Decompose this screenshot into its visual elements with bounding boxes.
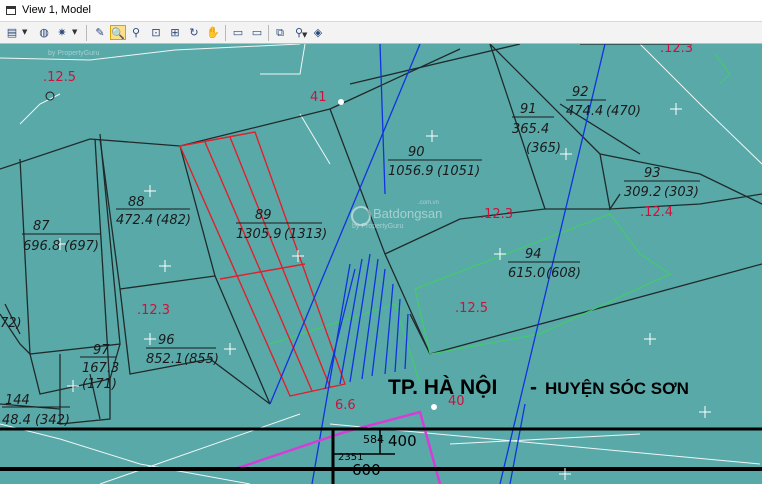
parcel-legal-area: (342): [35, 413, 70, 428]
window-title: View 1, Model: [22, 4, 91, 16]
point-label: 41: [310, 90, 327, 105]
parcel-legal-area: (697): [64, 239, 99, 254]
elevation-label: .12.5: [455, 301, 488, 316]
parcel-legal-area: (470): [606, 104, 641, 119]
region-label: TP. HÀ NỘI: [388, 375, 497, 399]
window-area-icon[interactable]: ⊡: [148, 25, 164, 40]
parcel-area: 852.1: [146, 352, 183, 367]
parcel-area: 309.2: [624, 185, 661, 200]
cad-view-window: View 1, Model ▤ ▼ ◍ ✷ ▼ ✎ 🔍 ⚲ ⊡ ⊞ ↻ ✋ ▭ …: [0, 0, 762, 484]
sheet-number: 400: [388, 432, 417, 450]
point-41-marker: [338, 99, 344, 105]
parcel-number: 87: [33, 219, 50, 234]
watermark-brand: Batdongsan: [373, 206, 442, 221]
view-attributes-icon[interactable]: ▤: [4, 25, 20, 40]
parcel-area: 474.4: [566, 104, 603, 119]
toolbar-divider: [225, 25, 226, 41]
window-icon: [6, 6, 16, 15]
parcel-number: 94: [525, 247, 542, 262]
parcel-area: 1305.9: [236, 227, 282, 242]
view-toolbar: ▤ ▼ ◍ ✷ ▼ ✎ 🔍 ⚲ ⊡ ⊞ ↻ ✋ ▭ ▭ ⧉ ⚲ ▼ ◈: [0, 22, 762, 44]
chevron-down-icon[interactable]: ▼: [302, 28, 307, 43]
drawing-canvas[interactable]: 87 696.8 (697) 88 472.4 (482) 89 1305.9 …: [0, 44, 762, 484]
watermark-sub: by PropertyGuru: [48, 50, 99, 57]
watermark-sub: by PropertyGuru: [352, 223, 403, 230]
chevron-down-icon[interactable]: ▼: [72, 25, 77, 40]
parcel-legal-area: (365): [526, 141, 561, 156]
sheet-number: 584: [363, 433, 384, 446]
copy-view-icon[interactable]: ⧉: [272, 25, 288, 40]
district-label: HUYỆN SÓC SƠN: [545, 379, 689, 398]
elevation-label: .12.5: [43, 70, 76, 85]
title-bar: View 1, Model: [0, 0, 762, 22]
chevron-down-icon[interactable]: ▼: [22, 25, 27, 40]
view-next-icon[interactable]: ▭: [249, 25, 265, 40]
toolbar-divider: [86, 25, 87, 41]
parcel-area: 1056.9: [388, 164, 434, 179]
parcel-area: 696.8: [23, 239, 60, 254]
parcel-legal-area: (1051): [437, 164, 480, 179]
lighting-icon[interactable]: ✷: [54, 25, 70, 40]
parcel-legal-area: (303): [664, 185, 699, 200]
zoom-out-icon[interactable]: ⚲: [128, 25, 144, 40]
elevation-label: .12.4: [640, 205, 673, 220]
parcel-number: 144: [5, 393, 30, 408]
point-40-marker: [431, 404, 437, 410]
toolbar-divider: [268, 25, 269, 41]
parcel-number: 89: [255, 208, 272, 223]
parcel-legal-area: (608): [546, 266, 581, 281]
elevation-label: .12.3: [480, 207, 513, 222]
parcel-number: 93: [644, 166, 661, 181]
elevation-label: .12.3: [137, 303, 170, 318]
parcel-number: 92: [572, 85, 589, 100]
parcel-area: 365.4: [512, 122, 549, 137]
pen-icon[interactable]: ✎: [92, 25, 108, 40]
parcel-area: 167.3: [82, 361, 119, 376]
map-background: [0, 44, 762, 484]
pan-view-icon[interactable]: ✋: [205, 25, 221, 40]
parcel-number: 96: [158, 333, 175, 348]
elevation-label: 6.6: [335, 398, 356, 413]
fit-view-icon[interactable]: ⊞: [167, 25, 183, 40]
cadastral-map[interactable]: 87 696.8 (697) 88 472.4 (482) 89 1305.9 …: [0, 44, 762, 484]
parcel-number: 91: [520, 102, 537, 117]
zoom-in-icon[interactable]: 🔍: [110, 25, 126, 40]
view-previous-icon[interactable]: ▭: [230, 25, 246, 40]
sheet-number: 600: [352, 461, 381, 479]
clip-volume-icon[interactable]: ◈: [310, 25, 326, 40]
parcel-area: 615.0: [508, 266, 545, 281]
parcel-legal-area: (855): [184, 352, 219, 367]
parcel-legal-area: (1313): [284, 227, 327, 242]
parcel-area: 48.4: [2, 413, 31, 428]
parcel-legal-area: (482): [156, 213, 191, 228]
elevation-label: .12.3: [660, 44, 693, 56]
rotate-view-icon[interactable]: ↻: [186, 25, 202, 40]
parcel-partial-label: 72): [0, 316, 22, 331]
watermark-domain: .com.vn: [418, 200, 439, 206]
parcel-number: 88: [128, 195, 145, 210]
region-separator: -: [530, 376, 537, 399]
parcel-legal-area: (171): [82, 377, 117, 392]
parcel-number: 97: [93, 343, 110, 358]
parcel-number: 90: [408, 145, 425, 160]
display-style-icon[interactable]: ◍: [36, 25, 52, 40]
parcel-area: 472.4: [116, 213, 153, 228]
